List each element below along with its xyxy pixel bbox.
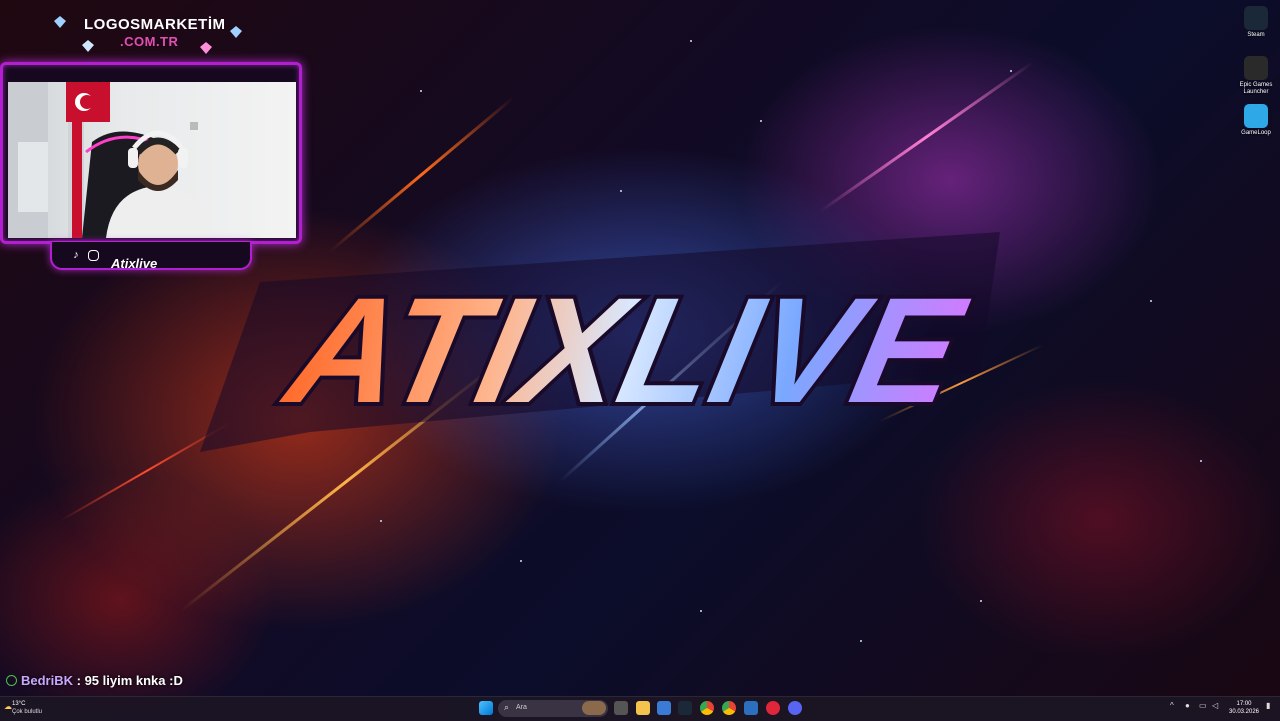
brand-domain: .COM.TR [120,34,179,49]
clock-time: 17:00 [1236,701,1252,707]
desktop-icon-epic-games-launcher[interactable]: Epic Games Launcher [1234,56,1278,96]
steam-taskbar-icon[interactable] [678,701,692,715]
brand-name: LOGOSMARKETİM [84,16,226,33]
streamer-image [8,82,214,238]
network-icon[interactable]: ▭ [1199,701,1207,710]
search-placeholder: Ara [516,704,527,711]
weather-temp: 13°C [12,701,26,707]
taskbar: 13°C Çok bulutlu ☁ ⌕ Ara ^ ● ▭ ◁ 17:00 3… [0,696,1280,721]
diamond-icon [54,16,66,28]
epic-games-launcher-icon [1244,56,1268,80]
search-icon: ⌕ [504,702,510,712]
gameloop-icon [1244,104,1268,128]
diamond-icon [200,42,212,54]
instagram-icon [88,250,99,261]
atixlive-logo: ATIXLIVE [200,232,1000,452]
desktop-icon-label: Steam [1247,32,1265,38]
streamer-handle: Atixlive [111,256,158,271]
chat-text: : 95 liyim knka :D [73,673,183,688]
volume-icon[interactable]: ◁ [1212,701,1218,710]
desktop-icon-steam[interactable]: Steam [1234,6,1278,39]
launcher-icon[interactable] [744,701,758,715]
diamond-icon [230,26,242,38]
start-button[interactable] [479,701,493,715]
webcam-video [8,82,296,238]
discord-icon[interactable] [788,701,802,715]
chat-badge-icon [6,675,17,686]
webcam-frame [0,62,302,244]
file-explorer-icon[interactable] [636,701,650,715]
desktop-icon-label: Epic Games Launcher [1239,82,1273,95]
brand-logo: LOGOSMARKETİM .COM.TR [50,10,255,60]
widgets-icon[interactable] [582,701,606,715]
tiktok-icon: ♪ [73,249,79,261]
weather-widget[interactable]: 13°C Çok bulutlu [12,700,42,716]
desktop-icon-label: GameLoop [1241,130,1271,136]
notification-icon[interactable]: ▮ [1266,701,1270,710]
chevron-up-icon[interactable]: ^ [1170,701,1174,710]
clock-date: 30.03.2026 [1228,709,1260,715]
clock[interactable]: 17:00 30.03.2026 [1226,700,1262,716]
weather-icon: ☁ [4,702,12,711]
logo-text: ATIXLIVE [271,268,978,435]
steam-icon [1244,6,1268,30]
desktop-icon-gameloop[interactable]: GameLoop [1234,104,1278,137]
chrome-icon[interactable] [700,701,714,715]
diamond-icon [82,40,94,52]
task-view-icon[interactable] [614,701,628,715]
microsoft-store-icon[interactable] [657,701,671,715]
chat-username: BedriBK [21,673,74,688]
chrome-profile-icon[interactable] [722,701,736,715]
chat-message: BedriBK : 95 liyim knka :D [6,673,183,688]
microphone-icon[interactable]: ● [1185,701,1190,710]
close-app-icon[interactable] [766,701,780,715]
weather-desc: Çok bulutlu [12,709,43,715]
